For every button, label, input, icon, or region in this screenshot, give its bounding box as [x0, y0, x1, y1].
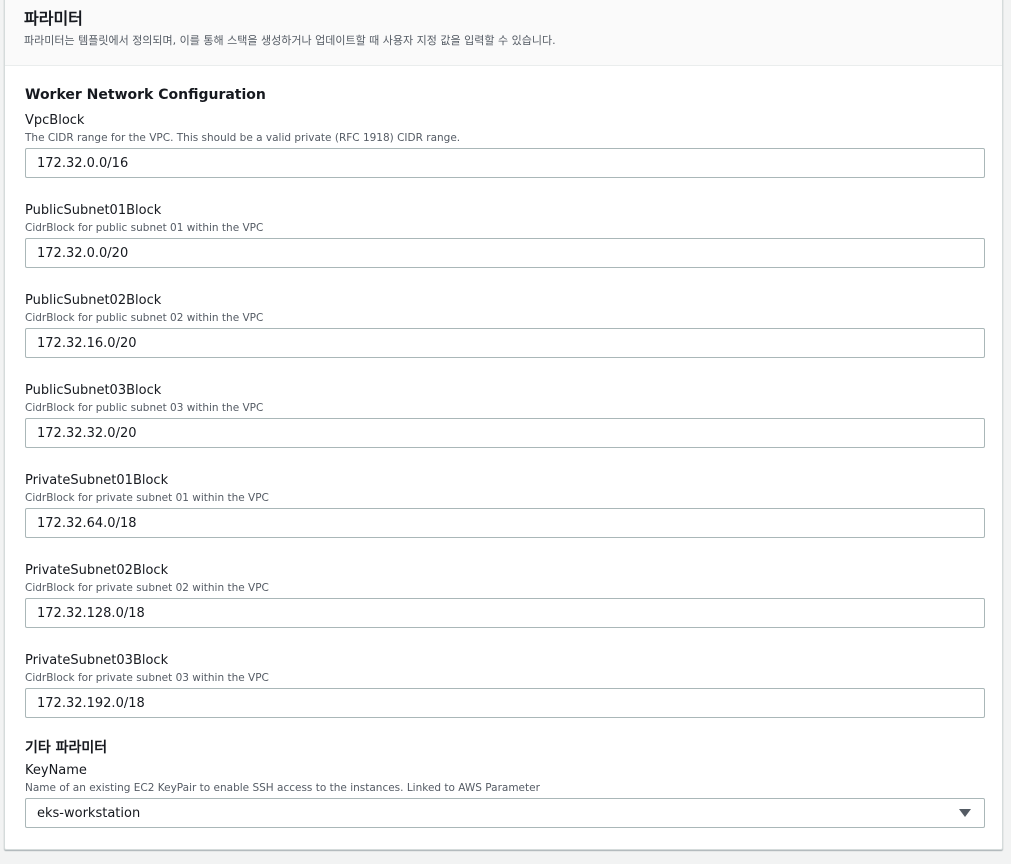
public-subnet-02-block-input[interactable]: 172.32.16.0/20 [25, 328, 985, 358]
field-description: The CIDR range for the VPC. This should … [25, 132, 461, 144]
field-public-subnet-02-block: PublicSubnet02Block CidrBlock for public… [25, 293, 985, 358]
field-public-subnet-01-block: PublicSubnet01Block CidrBlock for public… [25, 203, 985, 268]
field-private-subnet-03-block: PrivateSubnet03Block CidrBlock for priva… [25, 653, 985, 718]
panel-title: 파라미터 [24, 9, 83, 28]
field-public-subnet-03-block: PublicSubnet03Block CidrBlock for public… [25, 383, 985, 448]
panel-header: 파라미터 파라미터는 템플릿에서 정의되며, 이를 통해 스택을 생성하거나 업… [5, 0, 1002, 66]
public-subnet-01-block-input[interactable]: 172.32.0.0/20 [25, 238, 985, 268]
private-subnet-01-block-input[interactable]: 172.32.64.0/18 [25, 508, 985, 538]
field-description: CidrBlock for private subnet 03 within t… [25, 672, 269, 684]
field-description: CidrBlock for public subnet 03 within th… [25, 402, 264, 414]
field-description: CidrBlock for private subnet 01 within t… [25, 492, 269, 504]
field-label: VpcBlock [25, 113, 85, 128]
vpc-block-input[interactable]: 172.32.0.0/16 [25, 148, 985, 178]
field-description: CidrBlock for public subnet 02 within th… [25, 312, 264, 324]
section-title-other: 기타 파라미터 [25, 740, 108, 756]
field-description: Name of an existing EC2 KeyPair to enabl… [25, 782, 540, 794]
key-name-select[interactable]: eks-workstation [25, 798, 985, 828]
field-label: PublicSubnet02Block [25, 293, 162, 308]
private-subnet-03-block-input[interactable]: 172.32.192.0/18 [25, 688, 985, 718]
section-title-network: Worker Network Configuration [25, 87, 266, 103]
field-description: CidrBlock for public subnet 01 within th… [25, 222, 264, 234]
field-label: PrivateSubnet03Block [25, 653, 169, 668]
field-private-subnet-01-block: PrivateSubnet01Block CidrBlock for priva… [25, 473, 985, 538]
field-label: PublicSubnet03Block [25, 383, 162, 398]
private-subnet-02-block-input[interactable]: 172.32.128.0/18 [25, 598, 985, 628]
key-name-selected-value: eks-workstation [37, 805, 141, 821]
field-label: KeyName [25, 763, 87, 778]
field-label: PrivateSubnet01Block [25, 473, 169, 488]
parameters-panel: 파라미터 파라미터는 템플릿에서 정의되며, 이를 통해 스택을 생성하거나 업… [4, 0, 1003, 850]
field-key-name: KeyName Name of an existing EC2 KeyPair … [25, 763, 985, 828]
panel-description: 파라미터는 템플릿에서 정의되며, 이를 통해 스택을 생성하거나 업데이트할 … [24, 34, 556, 47]
field-description: CidrBlock for private subnet 02 within t… [25, 582, 269, 594]
field-vpc-block: VpcBlock The CIDR range for the VPC. Thi… [25, 113, 985, 178]
field-private-subnet-02-block: PrivateSubnet02Block CidrBlock for priva… [25, 563, 985, 628]
field-label: PublicSubnet01Block [25, 203, 162, 218]
public-subnet-03-block-input[interactable]: 172.32.32.0/20 [25, 418, 985, 448]
field-label: PrivateSubnet02Block [25, 563, 169, 578]
caret-down-icon [959, 809, 971, 817]
